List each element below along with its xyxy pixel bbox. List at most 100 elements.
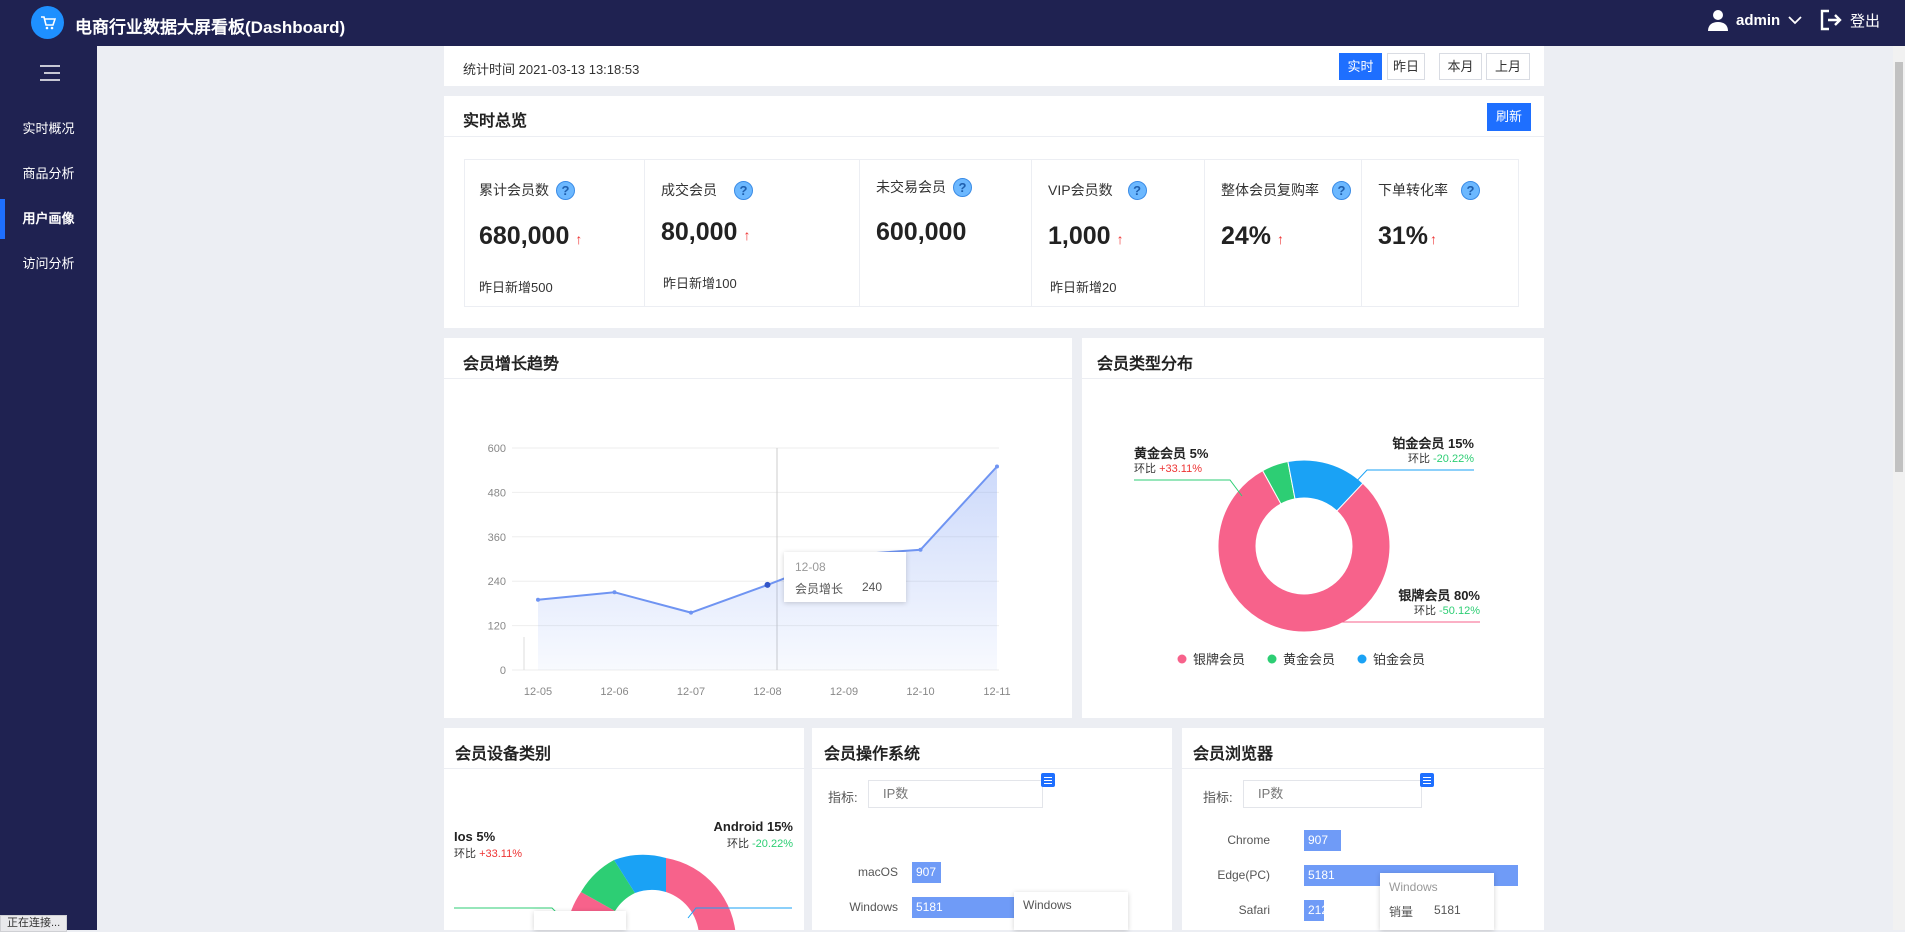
bar: 212	[1304, 900, 1328, 921]
sidebar: 实时概况 商品分析 用户画像 访问分析	[0, 46, 97, 930]
slice-change: 环比 +33.11%	[1134, 462, 1202, 475]
data-point	[689, 610, 693, 615]
range-realtime-button[interactable]: 实时	[1339, 53, 1382, 80]
growth-tooltip: 12-08 会员增长 240	[784, 552, 906, 602]
tooltip-date: 12-08	[795, 560, 826, 574]
divider	[812, 768, 1172, 769]
browser-panel: 会员浏览器 指标: IP数 Chrome 907 Edge(PC) 5181 Safar…	[1182, 728, 1544, 930]
tooltip-value: 5181	[1434, 903, 1461, 917]
kpi-repurchase-rate: 整体会员复购率? 24% ↑	[1205, 160, 1362, 306]
status-bar: 正在连接...	[0, 915, 68, 932]
kpi-sub: 昨日新增20	[1050, 280, 1117, 295]
legend-label: 银牌会员	[1193, 652, 1245, 667]
help-icon[interactable]: ?	[1332, 180, 1351, 200]
data-point	[918, 547, 923, 552]
table-view-icon[interactable]	[1420, 773, 1434, 787]
help-icon[interactable]: ?	[953, 177, 972, 197]
kpi-sub: 昨日新增100	[663, 276, 737, 291]
slice-label: 黄金会员 5%	[1134, 446, 1209, 461]
android-label: Android 15%	[713, 819, 793, 834]
kpi-conversion-rate: 下单转化率? 31% ↑	[1362, 160, 1518, 306]
x-tick-label: 12-09	[830, 686, 858, 698]
device-panel: 会员设备类别 Ios 5% 环比 +33.11% Android 15% 环比 …	[444, 728, 804, 930]
tooltip-label: 销量	[1389, 905, 1414, 919]
x-tick-label: 12-06	[600, 686, 628, 698]
x-tick-label: 12-05	[524, 686, 552, 698]
data-point	[536, 597, 540, 602]
kpi-value: 80,000	[661, 218, 738, 246]
chevron-down-icon	[1788, 16, 1802, 25]
bar-category-label: Edge(PC)	[1217, 868, 1270, 882]
data-point	[995, 464, 999, 469]
x-tick-label: 12-10	[906, 686, 934, 698]
metric-label: 指标:	[828, 790, 858, 805]
kpi-label: 成交会员	[661, 182, 717, 198]
table-view-icon[interactable]	[1041, 773, 1055, 787]
metric-select[interactable]: IP数	[868, 780, 1043, 808]
sidebar-item-realtime[interactable]: 实时概况	[0, 109, 97, 149]
help-icon[interactable]: ?	[1461, 180, 1480, 200]
legend-dot	[1357, 654, 1367, 664]
bar-category-label: Windows	[849, 900, 898, 914]
bar: 907	[912, 862, 942, 883]
kpi-label: VIP会员数	[1048, 182, 1113, 198]
slice-change: 环比 -20.22%	[1408, 452, 1474, 465]
help-icon[interactable]: ?	[734, 180, 753, 200]
kpi-label: 累计会员数	[479, 182, 549, 198]
member-type-donut-chart: 黄金会员 5%环比 +33.11% 铂金会员 15%环比 -20.22% 银牌会员 …	[1134, 436, 1480, 667]
bar-category-label: macOS	[857, 865, 898, 879]
kpi-label: 下单转化率	[1378, 182, 1448, 198]
kpi-deal-members: 成交会员? 80,000 ↑ 昨日新增100	[645, 160, 860, 306]
tooltip-label: 会员增长	[795, 582, 844, 596]
divider	[1182, 768, 1544, 769]
sidebar-item-product[interactable]: 商品分析	[0, 154, 97, 194]
user-menu[interactable]: admin	[1708, 9, 1802, 31]
os-tooltip: Windows	[1014, 892, 1128, 930]
sidebar-item-visit[interactable]: 访问分析	[0, 244, 97, 284]
range-this-month-button[interactable]: 本月	[1439, 53, 1482, 80]
tooltip-title: Windows	[1389, 880, 1438, 894]
slice-label: 银牌会员 80%	[1398, 588, 1480, 603]
page-scrollbar[interactable]	[1893, 46, 1905, 930]
stat-time-bar: 统计时间 2021-03-13 13:18:53 实时 昨日 本月 上月	[444, 46, 1544, 86]
growth-title: 会员增长趋势	[463, 356, 560, 373]
os-panel: 会员操作系统 指标: IP数 macOS 907 Windows 5181 Windo…	[812, 728, 1172, 930]
range-yesterday-button[interactable]: 昨日	[1387, 53, 1425, 80]
x-tick-label: 12-08	[753, 686, 781, 698]
device-tooltip	[534, 911, 626, 930]
bar-category-label: Safari	[1238, 903, 1270, 917]
growth-area	[538, 466, 997, 670]
legend-label: 黄金会员	[1283, 652, 1335, 667]
logout-button[interactable]: 登出	[1820, 9, 1880, 31]
legend-label: 铂金会员	[1373, 652, 1425, 667]
sidebar-item-user-profile[interactable]: 用户画像	[0, 199, 97, 239]
kpi-grid: 累计会员数? 680,000 ↑ 昨日新增500 成交会员? 80,000 ↑ 昨日…	[464, 159, 1519, 307]
kpi-value: 31%	[1378, 222, 1429, 250]
y-tick-label: 240	[488, 576, 506, 588]
data-point	[612, 590, 617, 595]
kpi-vip-members: VIP会员数? 1,000 ↑ 昨日新增20	[1032, 160, 1205, 306]
kpi-value: 24%	[1221, 222, 1272, 250]
up-arrow-icon: ↑	[1430, 231, 1438, 247]
growth-line-chart: 012024036048060012-05 12-06 12-07 12-08 12-0…	[488, 443, 1011, 698]
kpi-sub: 昨日新增500	[479, 280, 553, 295]
scrollbar-thumb[interactable]	[1895, 62, 1903, 472]
up-arrow-icon: ↑	[743, 227, 751, 243]
data-point	[764, 581, 771, 588]
slice-change: 环比 -50.12%	[1414, 604, 1480, 617]
y-tick-label: 480	[488, 487, 506, 499]
kpi-no-deal-members: 未交易会员? 600,000	[860, 160, 1032, 306]
help-icon[interactable]: ?	[556, 180, 575, 200]
leader-line	[1331, 617, 1480, 623]
user-icon	[1708, 10, 1728, 31]
kpi-value: 1,000	[1048, 222, 1111, 250]
tooltip-title: Windows	[1023, 898, 1072, 912]
logout-label: 登出	[1850, 12, 1881, 30]
metric-select[interactable]: IP数	[1243, 780, 1422, 808]
menu-toggle-icon[interactable]	[40, 64, 60, 82]
help-icon[interactable]: ?	[1127, 180, 1147, 200]
range-last-month-button[interactable]: 上月	[1486, 53, 1530, 80]
cart-logo-icon	[31, 6, 64, 39]
kpi-value: 680,000	[479, 222, 570, 250]
refresh-button[interactable]: 刷新	[1487, 103, 1531, 131]
